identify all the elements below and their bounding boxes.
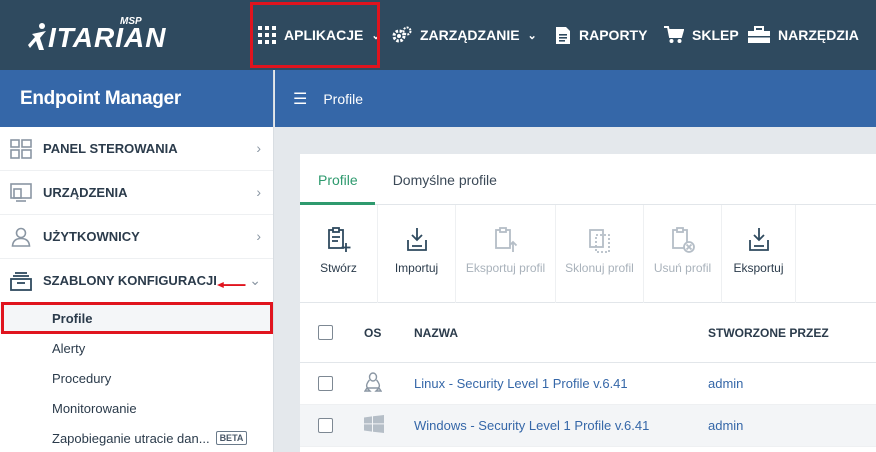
create-button[interactable]: Stwórz bbox=[300, 205, 378, 303]
nav-tools[interactable]: NARZĘDZIA bbox=[748, 0, 859, 70]
sidebar-item-label: URZĄDZENIA bbox=[43, 185, 128, 200]
sidebar-subitem-monitoring[interactable]: Monitorowanie bbox=[0, 393, 273, 423]
chevron-right-icon: › bbox=[256, 140, 261, 156]
import-icon bbox=[406, 228, 427, 251]
dashboard-icon bbox=[10, 138, 32, 160]
clone-profile-button[interactable]: Sklonuj profil bbox=[556, 205, 644, 303]
select-all-checkbox[interactable] bbox=[318, 325, 333, 340]
export-button[interactable]: Eksportuj bbox=[722, 205, 796, 303]
nav-reports[interactable]: RAPORTY bbox=[555, 0, 647, 70]
tab-default-profiles[interactable]: Domyślne profile bbox=[375, 154, 514, 205]
table-row[interactable]: Windows - Security Level 1 Profile v.6.4… bbox=[300, 405, 876, 447]
created-by-link[interactable]: admin bbox=[708, 418, 858, 433]
beta-badge: BETA bbox=[215, 431, 248, 445]
tab-profile[interactable]: Profile bbox=[300, 154, 375, 205]
import-button[interactable]: Importuj bbox=[378, 205, 456, 303]
brand-badge: MSP bbox=[120, 16, 142, 27]
delete-profile-button[interactable]: Usuń profil bbox=[644, 205, 722, 303]
devices-icon bbox=[10, 182, 32, 204]
hamburger-menu-icon[interactable]: ☰ bbox=[293, 89, 307, 109]
clone-profile-icon bbox=[588, 229, 610, 253]
sidebar-subitem-dlp[interactable]: Zapobieganie utracie dan... BETA bbox=[0, 423, 273, 452]
column-os[interactable]: OS bbox=[364, 326, 414, 340]
highlight-box-profile bbox=[1, 302, 273, 334]
toolbar: Stwórz Importuj Eksportuj profil Sklonuj… bbox=[300, 205, 876, 303]
brand-logo[interactable]: ITARIAN MSP bbox=[28, 16, 165, 54]
table-row[interactable]: Linux - Security Level 1 Profile v.6.41 … bbox=[300, 363, 876, 405]
nav-management[interactable]: ZARZĄDZANIE ⌄ bbox=[392, 0, 537, 70]
user-icon bbox=[10, 226, 32, 248]
report-icon bbox=[555, 26, 571, 45]
export-label: Eksportuj bbox=[733, 261, 784, 275]
nav-management-label: ZARZĄDZANIE bbox=[420, 27, 520, 43]
toolbox-icon bbox=[748, 26, 770, 44]
sidebar-item-label: PANEL STEROWANIA bbox=[43, 141, 178, 156]
created-by-link[interactable]: admin bbox=[708, 376, 858, 391]
runner-logo-icon bbox=[28, 23, 46, 50]
create-label: Stwórz bbox=[320, 261, 357, 275]
profile-name-link[interactable]: Linux - Security Level 1 Profile v.6.41 bbox=[414, 376, 708, 391]
column-name[interactable]: NAZWA bbox=[414, 326, 708, 340]
clone-profile-label: Sklonuj profil bbox=[565, 261, 634, 275]
linux-icon bbox=[363, 372, 383, 392]
nav-shop-label: SKLEP bbox=[692, 27, 739, 43]
gears-icon bbox=[392, 26, 412, 44]
nav-shop[interactable]: SKLEP bbox=[664, 0, 739, 70]
table-header: OS NAZWA STWORZONE PRZEZ bbox=[300, 303, 876, 363]
import-label: Importuj bbox=[394, 261, 439, 275]
profile-name-link[interactable]: Windows - Security Level 1 Profile v.6.4… bbox=[414, 418, 708, 433]
export-icon bbox=[748, 228, 769, 251]
sidebar-item-config-templates[interactable]: SZABLONY KONFIGURACJI ⌄ bbox=[0, 259, 273, 303]
sidebar-item-label: SZABLONY KONFIGURACJI bbox=[43, 273, 217, 288]
delete-profile-label: Usuń profil bbox=[653, 261, 712, 275]
top-bar: ITARIAN MSP APLIKACJE ⌄ ZARZĄDZANIE ⌄ RA… bbox=[0, 0, 876, 70]
highlight-box-apps bbox=[250, 2, 380, 68]
sidebar-subitem-procedures[interactable]: Procedury bbox=[0, 363, 273, 393]
cart-icon bbox=[664, 26, 684, 44]
sidebar-subitem-label: Zapobieganie utracie dan... bbox=[52, 430, 210, 446]
export-profile-button[interactable]: Eksportuj profil bbox=[456, 205, 556, 303]
row-checkbox[interactable] bbox=[318, 418, 333, 433]
brand-name: ITARIAN bbox=[48, 22, 167, 53]
export-profile-icon bbox=[494, 227, 517, 252]
delete-profile-icon bbox=[671, 227, 695, 253]
sidebar-title: Endpoint Manager bbox=[0, 70, 273, 127]
red-arrow-annotation bbox=[217, 282, 246, 288]
create-icon bbox=[327, 227, 350, 252]
sidebar-item-users[interactable]: UŻYTKOWNICY › bbox=[0, 215, 273, 259]
sidebar-item-devices[interactable]: URZĄDZENIA › bbox=[0, 171, 273, 215]
nav-tools-label: NARZĘDZIA bbox=[778, 27, 859, 43]
row-checkbox[interactable] bbox=[318, 376, 333, 391]
tab-bar: Profile Domyślne profile bbox=[300, 154, 876, 205]
chevron-down-icon: ⌄ bbox=[527, 29, 537, 42]
sidebar: Endpoint Manager PANEL STEROWANIA › URZĄ… bbox=[0, 70, 274, 452]
chevron-right-icon: › bbox=[256, 184, 261, 200]
column-created-by[interactable]: STWORZONE PRZEZ bbox=[708, 326, 858, 340]
content-title-bar: ☰ Profile bbox=[275, 70, 876, 127]
export-profile-label: Eksportuj profil bbox=[465, 261, 546, 275]
windows-icon bbox=[364, 415, 384, 433]
content-panel: Profile Domyślne profile Stwórz Importuj bbox=[300, 154, 876, 452]
templates-icon bbox=[10, 270, 32, 292]
nav-reports-label: RAPORTY bbox=[579, 27, 648, 43]
page-title: Profile bbox=[323, 90, 364, 107]
sidebar-subitem-alerts[interactable]: Alerty bbox=[0, 333, 273, 363]
sidebar-item-label: UŻYTKOWNICY bbox=[43, 229, 140, 244]
chevron-right-icon: › bbox=[256, 228, 261, 244]
sidebar-item-dashboard[interactable]: PANEL STEROWANIA › bbox=[0, 127, 273, 171]
